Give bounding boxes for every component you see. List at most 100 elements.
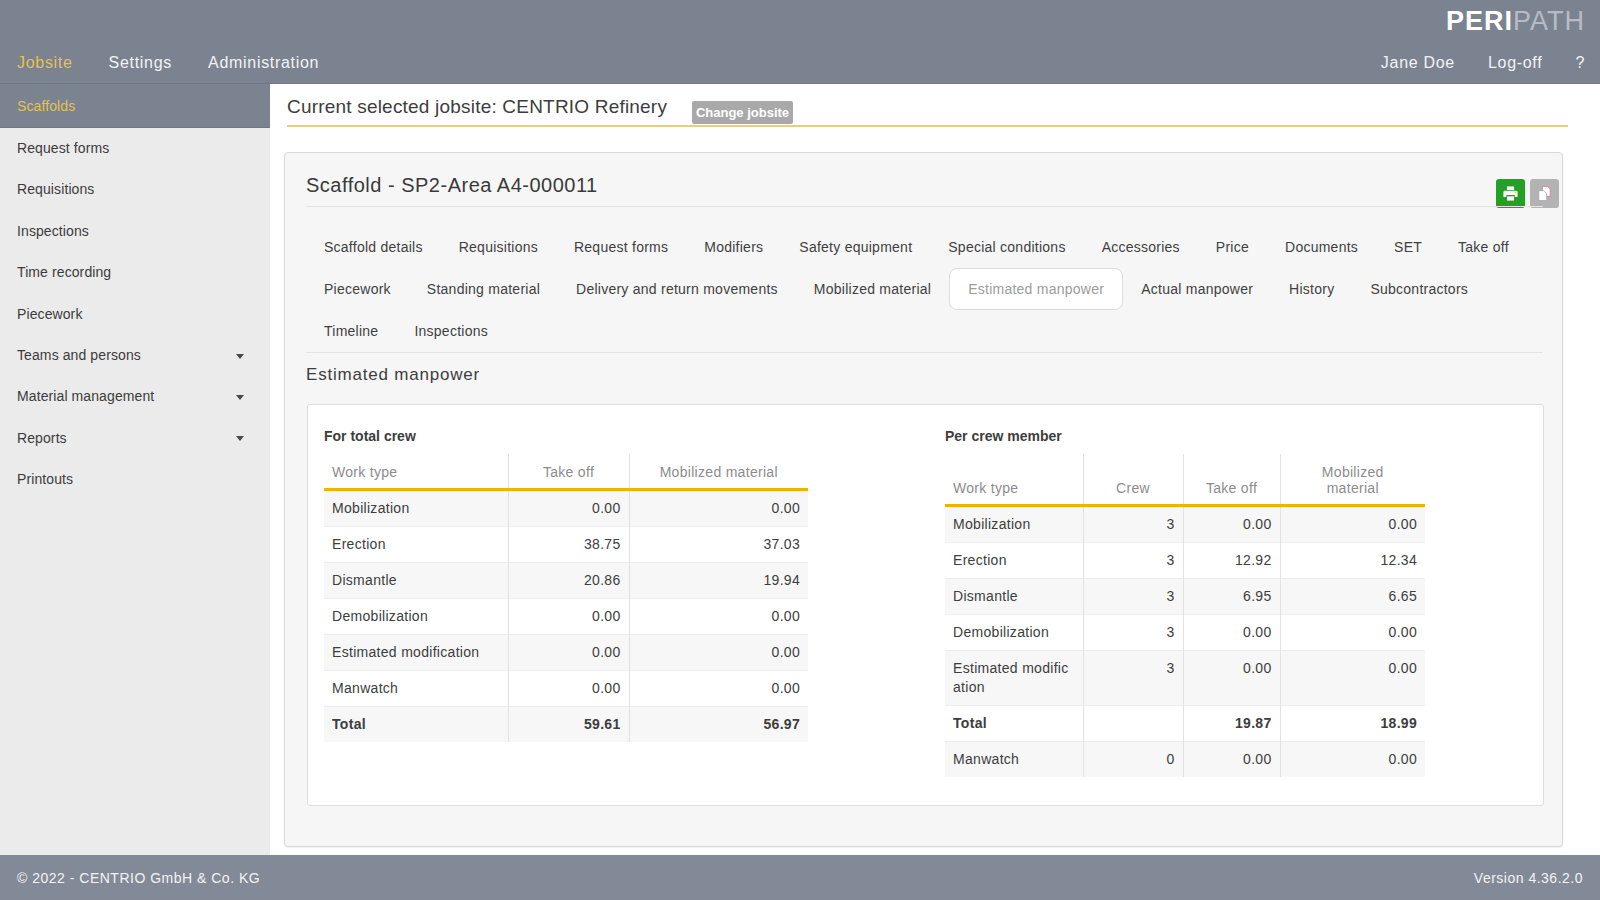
value-cell: 12.34 <box>1280 543 1425 579</box>
work-type-cell: Estimated modification <box>324 635 508 671</box>
value-cell: 3 <box>1083 506 1183 543</box>
value-cell: 0.00 <box>508 671 629 707</box>
tab-price[interactable]: Price <box>1198 239 1267 255</box>
table-title: Per crew member <box>945 428 1425 444</box>
brand-logo: PERIPATH <box>1446 6 1585 37</box>
tab-requisitions[interactable]: Requisitions <box>441 239 556 255</box>
nav-settings[interactable]: Settings <box>109 54 172 72</box>
tab-set[interactable]: SET <box>1376 239 1440 255</box>
chevron-down-icon <box>236 354 244 359</box>
print-button[interactable] <box>1496 179 1525 208</box>
value-cell: 37.03 <box>629 527 808 563</box>
tabs-divider <box>306 352 1543 353</box>
value-cell: 0.00 <box>508 599 629 635</box>
copy-button[interactable] <box>1530 179 1559 208</box>
work-type-cell: Dismantle <box>945 579 1083 615</box>
tab-documents[interactable]: Documents <box>1267 239 1376 255</box>
work-type-cell: Estimated modification <box>945 651 1083 706</box>
sidebar-item-printouts[interactable]: Printouts <box>0 459 270 500</box>
value-cell: 18.99 <box>1280 706 1425 742</box>
value-cell: 3 <box>1083 651 1183 706</box>
sidebar-item-reports[interactable]: Reports <box>0 418 270 459</box>
value-cell: 6.65 <box>1280 579 1425 615</box>
value-cell: 20.86 <box>508 563 629 599</box>
tab-piecework[interactable]: Piecework <box>306 281 409 297</box>
table-row-dismantle: Dismantle20.8619.94 <box>324 563 808 599</box>
work-type-cell: Erection <box>324 527 508 563</box>
tab-delivery-and-return-movements[interactable]: Delivery and return movements <box>558 281 796 297</box>
work-type-cell: Mobilization <box>945 506 1083 543</box>
sidebar-item-material-management[interactable]: Material management <box>0 376 270 417</box>
usernav-help[interactable]: ? <box>1575 54 1585 72</box>
per-crew-member-table-block: Per crew memberWork typeCrewTake offMobi… <box>945 428 1425 777</box>
value-cell: 0.00 <box>629 671 808 707</box>
tab-scaffold-details[interactable]: Scaffold details <box>306 239 441 255</box>
column-header-work-type: Work type <box>945 454 1083 506</box>
value-cell: 19.94 <box>629 563 808 599</box>
tab-accessories[interactable]: Accessories <box>1084 239 1198 255</box>
for-total-crew-table: Work typeTake offMobilized materialMobil… <box>324 454 808 742</box>
value-cell: 0.00 <box>1183 651 1280 706</box>
tab-timeline[interactable]: Timeline <box>306 323 396 339</box>
column-header-take-off: Take off <box>508 454 629 490</box>
nav-administration[interactable]: Administration <box>208 54 319 72</box>
work-type-cell: Demobilization <box>324 599 508 635</box>
tab-mobilized-material[interactable]: Mobilized material <box>796 281 949 297</box>
scaffold-title: Scaffold - SP2-Area A4-000011 <box>306 174 598 197</box>
brand-path: PATH <box>1513 6 1585 36</box>
value-cell: 3 <box>1083 543 1183 579</box>
scaffold-card: Scaffold - SP2-Area A4-000011 Scaffold d… <box>284 152 1563 847</box>
printer-icon <box>1502 185 1519 202</box>
sidebar-item-request-forms[interactable]: Request forms <box>0 128 270 169</box>
total-crew-table-block: For total crewWork typeTake offMobilized… <box>324 428 808 742</box>
column-header-mobilized-material: Mobilized material <box>629 454 808 490</box>
sidebar-nav: ScaffoldsRequest formsRequisitionsInspec… <box>0 84 270 855</box>
table-row-mobilization: Mobilization30.000.00 <box>945 506 1425 543</box>
value-cell: 0.00 <box>508 635 629 671</box>
tab-standing-material[interactable]: Standing material <box>409 281 558 297</box>
tab-special-conditions[interactable]: Special conditions <box>930 239 1083 255</box>
usernav-jane-doe[interactable]: Jane Doe <box>1381 54 1455 72</box>
column-header-take-off: Take off <box>1183 454 1280 506</box>
primary-nav: Jobsite Settings Administration <box>17 43 319 83</box>
chevron-down-icon <box>236 395 244 400</box>
nav-jobsite[interactable]: Jobsite <box>17 54 73 72</box>
tab-request-forms[interactable]: Request forms <box>556 239 686 255</box>
tab-estimated-manpower[interactable]: Estimated manpower <box>949 268 1123 310</box>
tab-actual-manpower[interactable]: Actual manpower <box>1123 281 1271 297</box>
change-jobsite-button[interactable]: Change jobsite <box>692 101 793 124</box>
value-cell: 0.00 <box>629 490 808 527</box>
table-row-estimated-modification: Estimated modification30.000.00 <box>945 651 1425 706</box>
value-cell: 6.95 <box>1183 579 1280 615</box>
top-header: PERIPATH Jobsite Settings Administration J… <box>0 0 1600 84</box>
tab-safety-equipment[interactable]: Safety equipment <box>781 239 930 255</box>
value-cell: 0.00 <box>1183 615 1280 651</box>
sidebar-item-piecework[interactable]: Piecework <box>0 294 270 335</box>
current-jobsite-label: Current selected jobsite: CENTRIO Refine… <box>287 96 667 118</box>
sidebar-item-time-recording[interactable]: Time recording <box>0 252 270 293</box>
user-nav: Jane Doe Log-off? <box>1381 43 1585 83</box>
title-divider <box>306 206 1543 207</box>
brand-peri: PERI <box>1446 6 1513 36</box>
table-row-manwatch: Manwatch0.000.00 <box>324 671 808 707</box>
tab-history[interactable]: History <box>1271 281 1352 297</box>
sidebar-item-scaffolds[interactable]: Scaffolds <box>0 84 270 128</box>
column-header-crew: Crew <box>1083 454 1183 506</box>
usernav-log-off[interactable]: Log-off <box>1488 54 1542 72</box>
column-header-mobilized-material: Mobilized material <box>1280 454 1425 506</box>
sidebar-item-teams-and-persons[interactable]: Teams and persons <box>0 335 270 376</box>
value-cell <box>1083 706 1183 742</box>
tab-take-off[interactable]: Take off <box>1440 239 1527 255</box>
tab-modifiers[interactable]: Modifiers <box>686 239 781 255</box>
tab-subcontractors[interactable]: Subcontractors <box>1352 281 1486 297</box>
sidebar-item-requisitions[interactable]: Requisitions <box>0 169 270 210</box>
tab-inspections[interactable]: Inspections <box>396 323 506 339</box>
work-type-cell: Total <box>945 706 1083 742</box>
value-cell: 59.61 <box>508 707 629 743</box>
value-cell: 38.75 <box>508 527 629 563</box>
footer: © 2022 - CENTRIO GmbH & Co. KG Version 4… <box>0 855 1600 900</box>
sidebar-item-inspections[interactable]: Inspections <box>0 211 270 252</box>
value-cell: 19.87 <box>1183 706 1280 742</box>
per-crew-member-table: Work typeCrewTake offMobilized materialM… <box>945 454 1425 777</box>
table-row-estimated-modification: Estimated modification0.000.00 <box>324 635 808 671</box>
